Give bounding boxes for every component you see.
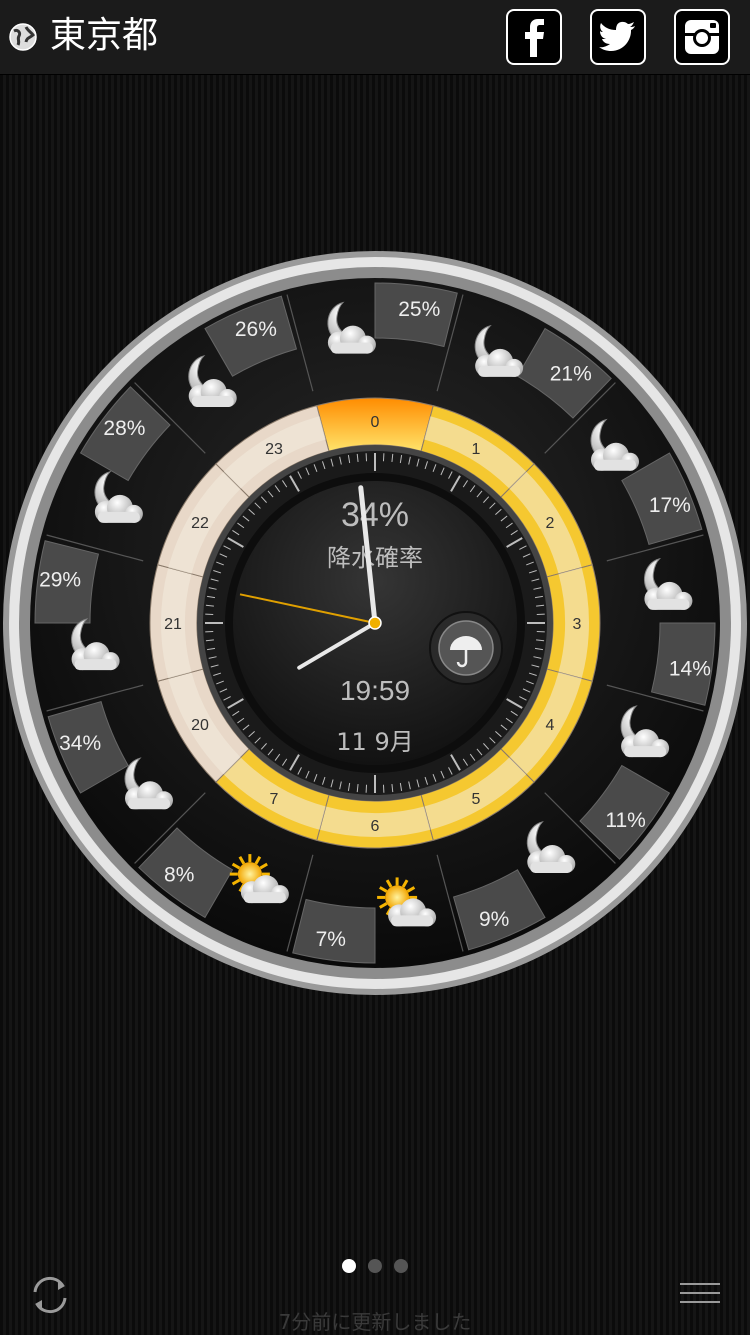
page-dot[interactable] (394, 1259, 408, 1273)
hands-hub (369, 617, 381, 629)
cloud-base (391, 915, 433, 926)
menu-icon[interactable] (680, 1283, 720, 1307)
hour-number: 1 (472, 441, 481, 458)
cloud-base (75, 659, 117, 670)
hour-precip-label: 8% (164, 864, 194, 887)
hour-number: 21 (164, 616, 182, 633)
city-name[interactable]: 東京都 (50, 12, 158, 60)
weather-clock-dial: 25%21%17%14%11%9%7%8%34%29%28%26%0123456… (0, 248, 750, 998)
hour-precip-label: 9% (479, 908, 509, 931)
top-bar: 東京都 (0, 0, 750, 75)
instagram-icon (676, 11, 728, 63)
cloud-base (331, 343, 373, 354)
cloud-base (478, 366, 520, 377)
page-indicator[interactable] (0, 1258, 750, 1277)
hour-number: 22 (191, 515, 209, 532)
hour-number: 3 (573, 616, 582, 633)
hour-number: 2 (545, 515, 554, 532)
hour-precip-label: 25% (398, 298, 440, 321)
hour-number: 5 (472, 791, 481, 808)
clock-date: 11 9月 (336, 728, 413, 756)
hour-precip-label: 7% (316, 928, 346, 951)
cloud-base (530, 862, 572, 873)
twitter-button[interactable] (590, 9, 646, 65)
cloud-base (192, 396, 234, 407)
hour-number: 23 (265, 441, 283, 458)
hour-number: 7 (270, 791, 279, 808)
hour-precip-label: 14% (669, 657, 711, 680)
hour-precip-label: 17% (649, 494, 691, 517)
twitter-icon (592, 11, 644, 63)
clock-digital-time: 19:59 (340, 675, 410, 706)
globe-icon[interactable] (8, 22, 38, 52)
hour-precip-label: 34% (59, 732, 101, 755)
updated-status: 7分前に更新しました (0, 1306, 750, 1335)
hour-precip-label: 21% (550, 362, 592, 385)
umbrella-icon (430, 612, 502, 684)
hour-precip-label: 11% (605, 809, 645, 832)
cloud-base (244, 892, 286, 903)
facebook-button[interactable] (506, 9, 562, 65)
precip-percent: 34% (341, 496, 409, 534)
cloud-base (594, 460, 636, 471)
hour-number: 4 (545, 717, 554, 734)
precip-label: 降水確率 (327, 544, 423, 572)
facebook-icon (508, 11, 560, 63)
hour-precip-label: 28% (103, 417, 145, 440)
hour-number: 20 (191, 717, 209, 734)
hour-precip-label: 29% (39, 569, 81, 592)
hour-number: 6 (371, 818, 380, 835)
cloud-base (128, 798, 170, 809)
instagram-button[interactable] (674, 9, 730, 65)
page-dot[interactable] (368, 1259, 382, 1273)
hour-number: 0 (371, 414, 380, 431)
cloud-base (624, 746, 666, 757)
cloud-base (98, 512, 140, 523)
page-dot[interactable] (342, 1259, 356, 1273)
cloud-base (647, 599, 689, 610)
hour-precip-label: 26% (235, 318, 277, 341)
